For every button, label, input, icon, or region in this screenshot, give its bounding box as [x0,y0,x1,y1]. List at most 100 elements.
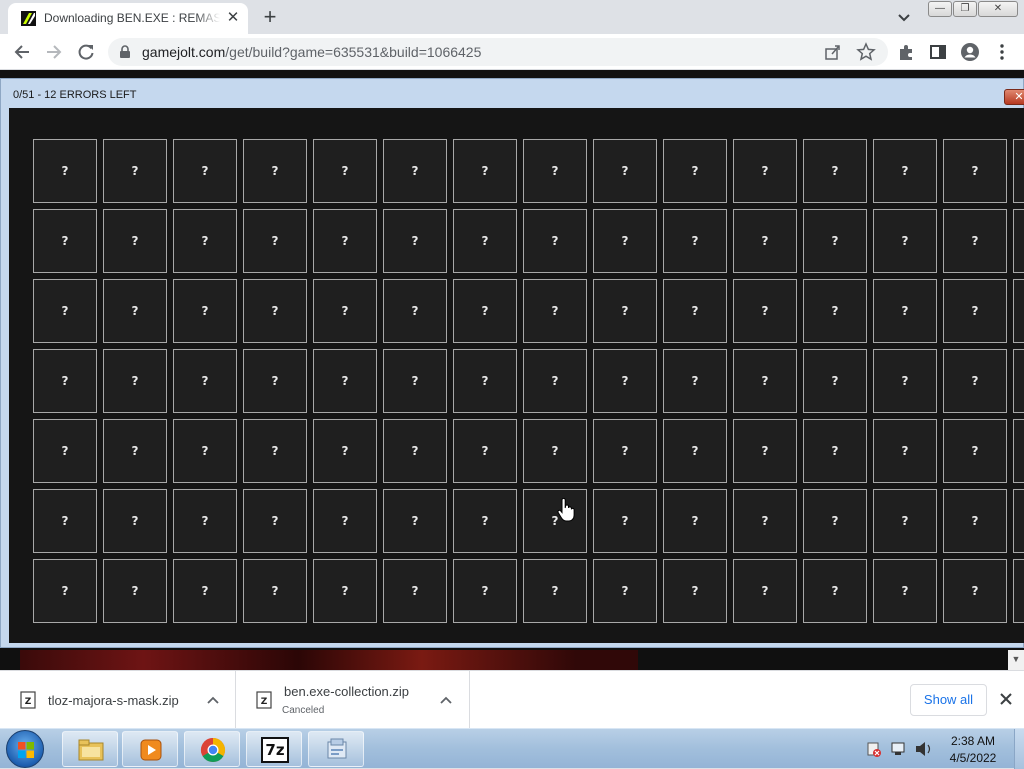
hidden-tile[interactable]: ? [943,349,1007,413]
hidden-tile[interactable]: ? [383,489,447,553]
hidden-tile[interactable]: ? [803,139,867,203]
window-close-button[interactable]: ✕ [978,1,1018,17]
game-window-close-button[interactable]: ✕ [1004,89,1024,105]
hidden-tile[interactable]: ? [663,559,727,623]
hidden-tile[interactable]: ? [33,349,97,413]
hidden-tile[interactable]: ? [173,559,237,623]
taskbar-file-explorer[interactable] [62,731,118,767]
hidden-tile[interactable]: ? [523,209,587,273]
new-tab-button[interactable]: + [258,6,282,30]
hidden-tile[interactable]: ? [803,559,867,623]
hidden-tile[interactable]: ? [593,419,657,483]
hidden-tile[interactable]: ? [33,419,97,483]
hidden-tile[interactable]: ? [873,209,937,273]
taskbar-7zip[interactable]: 7z [246,731,302,767]
download-item[interactable]: Z ben.exe-collection.zip Canceled [236,671,470,729]
hidden-tile[interactable]: ? [243,209,307,273]
hidden-tile-partial[interactable] [1013,419,1024,483]
hidden-tile[interactable]: ? [873,139,937,203]
hidden-tile[interactable]: ? [33,139,97,203]
hidden-tile[interactable]: ? [873,489,937,553]
hidden-tile[interactable]: ? [313,419,377,483]
hidden-tile[interactable]: ? [733,489,797,553]
hidden-tile[interactable]: ? [243,139,307,203]
hidden-tile[interactable]: ? [173,419,237,483]
close-download-shelf-icon[interactable] [998,691,1014,707]
hidden-tile[interactable]: ? [103,209,167,273]
hidden-tile[interactable]: ? [243,349,307,413]
hidden-tile[interactable]: ? [663,489,727,553]
hidden-tile[interactable]: ? [523,349,587,413]
hidden-tile-partial[interactable] [1013,559,1024,623]
hidden-tile[interactable]: ? [313,349,377,413]
clock-time[interactable]: 2:38 AM [936,734,1010,748]
hidden-tile[interactable]: ? [243,419,307,483]
hidden-tile[interactable]: ? [873,559,937,623]
hidden-tile-partial[interactable] [1013,349,1024,413]
hidden-tile[interactable]: ? [453,139,517,203]
hidden-tile[interactable]: ? [663,139,727,203]
system-tray-icons[interactable] [862,737,938,761]
hidden-tile[interactable]: ? [523,489,587,553]
hidden-tile[interactable]: ? [313,209,377,273]
hidden-tile[interactable]: ? [733,139,797,203]
back-arrow-icon[interactable] [12,42,32,62]
chevron-up-icon[interactable] [439,693,453,707]
taskbar-installer[interactable] [308,731,364,767]
side-panel-icon[interactable] [928,42,948,62]
start-button[interactable] [6,730,44,768]
hidden-tile[interactable]: ? [943,279,1007,343]
hidden-tile[interactable]: ? [943,209,1007,273]
hidden-tile[interactable]: ? [453,349,517,413]
hidden-tile[interactable]: ? [173,279,237,343]
hidden-tile[interactable]: ? [593,279,657,343]
hidden-tile[interactable]: ? [243,559,307,623]
hidden-tile[interactable]: ? [943,489,1007,553]
hidden-tile[interactable]: ? [453,209,517,273]
hidden-tile[interactable]: ? [943,139,1007,203]
hidden-tile[interactable]: ? [103,559,167,623]
hidden-tile[interactable]: ? [243,489,307,553]
chevron-up-icon[interactable] [206,693,220,707]
hidden-tile[interactable]: ? [33,209,97,273]
hidden-tile-partial[interactable] [1013,279,1024,343]
hidden-tile[interactable]: ? [313,489,377,553]
tab-close-button[interactable]: ✕ [224,9,242,27]
hidden-tile[interactable]: ? [103,279,167,343]
lock-icon[interactable] [118,45,132,59]
window-maximize-button[interactable]: ❐ [953,1,977,17]
browser-tab[interactable]: Downloading BEN.EXE : REMASTERED ✕ [8,3,248,34]
hidden-tile[interactable]: ? [453,419,517,483]
hidden-tile[interactable]: ? [173,489,237,553]
tab-search-icon[interactable] [894,8,914,28]
taskbar-chrome[interactable] [184,731,240,767]
hidden-tile[interactable]: ? [593,209,657,273]
hidden-tile[interactable]: ? [663,349,727,413]
hidden-tile[interactable]: ? [803,349,867,413]
bookmark-star-icon[interactable] [856,42,876,62]
hidden-tile[interactable]: ? [803,209,867,273]
hidden-tile[interactable]: ? [523,139,587,203]
show-desktop-button[interactable] [1014,729,1024,769]
download-item[interactable]: Z tloz-majora-s-mask.zip [0,671,236,729]
page-scrollbar[interactable]: ▼ [1008,650,1024,670]
hidden-tile[interactable]: ? [593,489,657,553]
hidden-tile[interactable]: ? [873,349,937,413]
reload-icon[interactable] [76,42,96,62]
hidden-tile[interactable]: ? [663,279,727,343]
hidden-tile[interactable]: ? [173,349,237,413]
address-bar[interactable]: gamejolt.com/get/build?game=635531&build… [108,38,888,66]
hidden-tile[interactable]: ? [33,489,97,553]
hidden-tile[interactable]: ? [383,559,447,623]
hidden-tile[interactable]: ? [313,279,377,343]
scroll-down-arrow-icon[interactable]: ▼ [1008,654,1024,668]
extensions-puzzle-icon[interactable] [896,42,916,62]
hidden-tile[interactable]: ? [103,489,167,553]
taskbar-media-player[interactable] [122,731,178,767]
hidden-tile[interactable]: ? [523,559,587,623]
hidden-tile-partial[interactable] [1013,139,1024,203]
hidden-tile[interactable]: ? [173,209,237,273]
hidden-tile[interactable]: ? [313,559,377,623]
hidden-tile[interactable]: ? [523,419,587,483]
hidden-tile[interactable]: ? [663,209,727,273]
